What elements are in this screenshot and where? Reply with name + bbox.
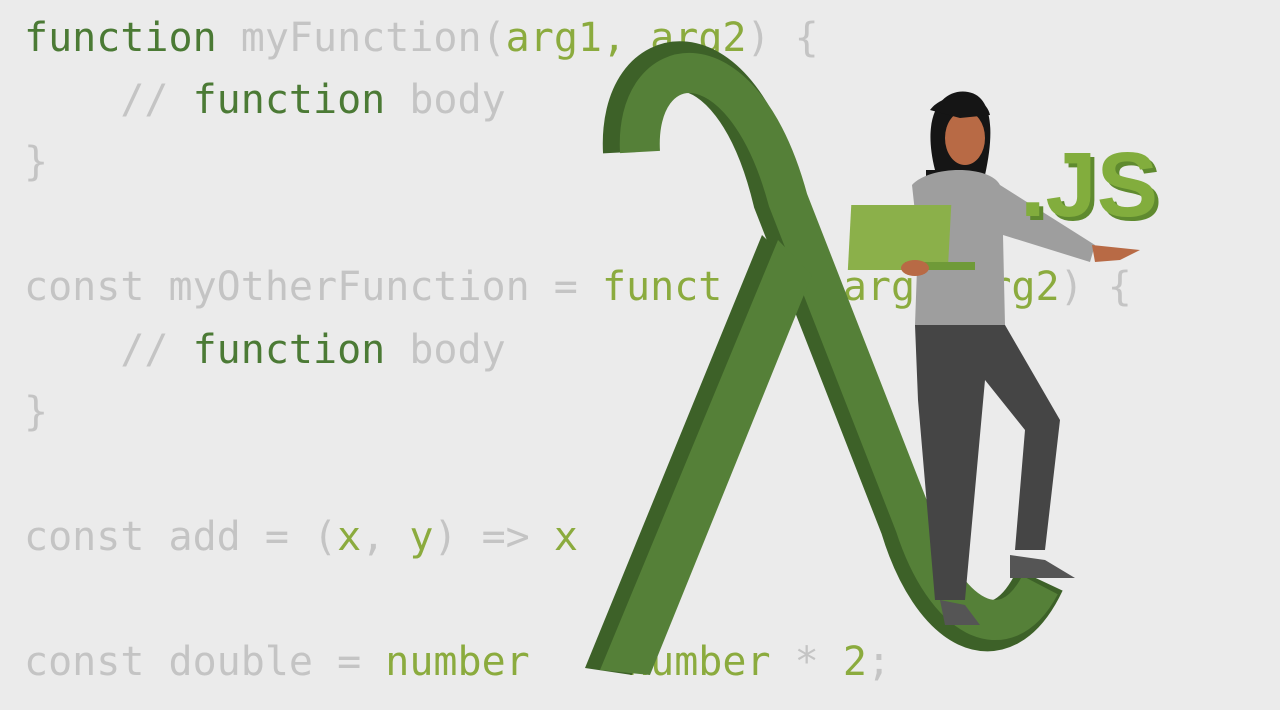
js-logo-face: .JS [1020,134,1158,236]
illustration: .JS .JS [585,41,1162,675]
